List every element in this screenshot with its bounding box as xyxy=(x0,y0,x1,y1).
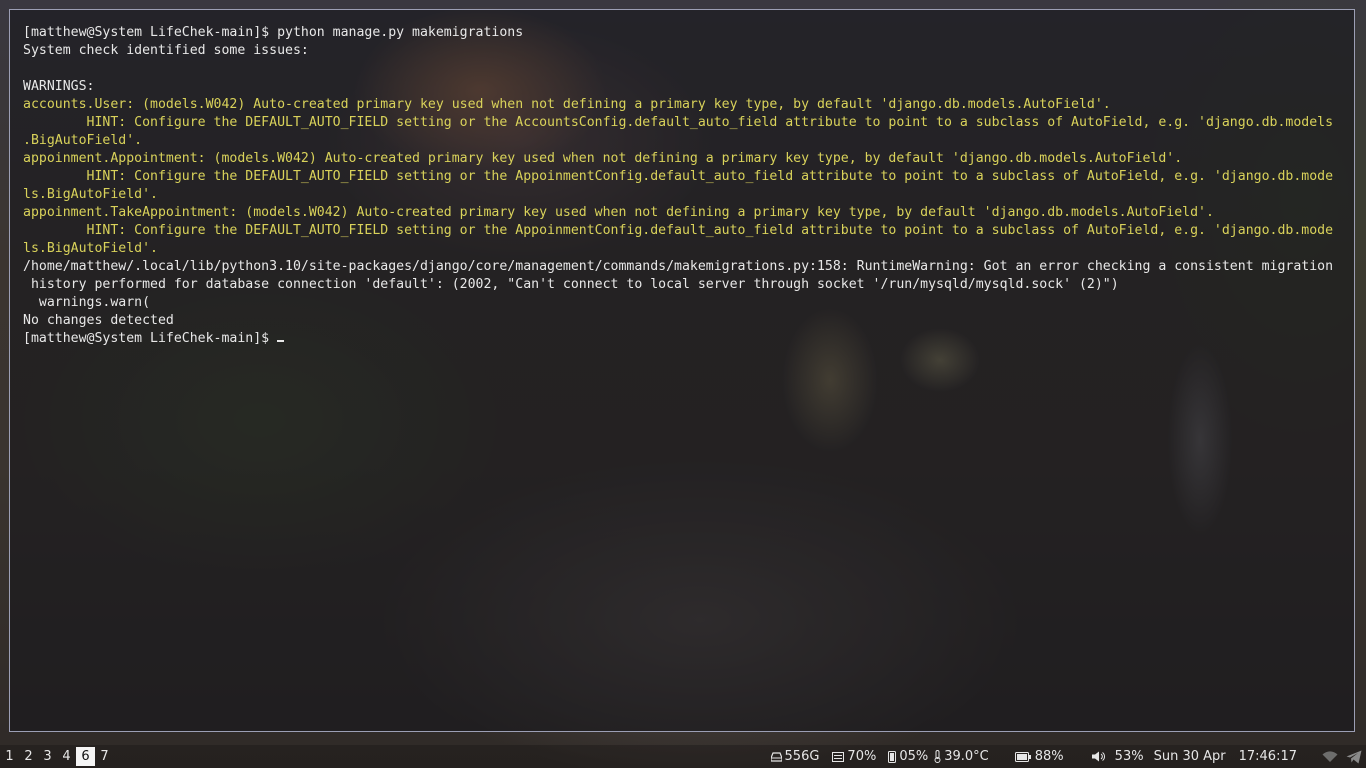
terminal-line: WARNINGS: xyxy=(23,79,95,94)
status-blocks: 556G 70% 05% 39.0°C 88% 53% Sun 30 Apr 1… xyxy=(770,745,1366,768)
terminal-warning-line: appoinment.TakeAppointment: (models.W042… xyxy=(23,205,1214,220)
terminal-output: [matthew@System LifeChek-main]$ python m… xyxy=(23,24,1342,348)
terminal-line: warnings.warn( xyxy=(23,295,151,310)
workspace-button-4[interactable]: 4 xyxy=(57,747,76,766)
disk-icon xyxy=(770,751,782,762)
volume-status[interactable]: 53% xyxy=(1091,745,1144,768)
volume-value: 53% xyxy=(1114,749,1144,764)
swap-status[interactable]: 05% xyxy=(888,745,928,768)
status-bar: 1 2 3 4 6 7 556G 70% 05% 39.0°C 88% 53% … xyxy=(0,745,1366,768)
temperature-status[interactable]: 39.0°C xyxy=(934,745,989,768)
swap-icon xyxy=(888,750,897,763)
tray-wifi[interactable] xyxy=(1322,745,1338,768)
speaker-icon xyxy=(1091,751,1105,762)
telegram-icon xyxy=(1346,750,1362,764)
clock-status[interactable]: 17:46:17 xyxy=(1239,745,1297,768)
battery-status[interactable]: 88% xyxy=(1014,745,1064,768)
thermometer-icon xyxy=(934,750,941,763)
disk-value: 556G xyxy=(784,749,820,764)
workspace-switcher: 1 2 3 4 6 7 xyxy=(0,745,114,768)
terminal-line: history performed for database connectio… xyxy=(23,277,1119,292)
tray-telegram[interactable] xyxy=(1346,745,1362,768)
terminal-window[interactable]: [matthew@System LifeChek-main]$ python m… xyxy=(9,9,1355,732)
terminal-warning-line: HINT: Configure the DEFAULT_AUTO_FIELD s… xyxy=(23,115,1334,130)
terminal-warning-line: accounts.User: (models.W042) Auto-create… xyxy=(23,97,1111,112)
battery-icon xyxy=(1014,751,1031,762)
disk-status[interactable]: 556G xyxy=(770,745,820,768)
text-cursor xyxy=(277,339,285,342)
date-status[interactable]: Sun 30 Apr xyxy=(1154,745,1226,768)
terminal-line: [matthew@System LifeChek-main]$ python m… xyxy=(23,25,524,40)
wifi-icon xyxy=(1322,750,1338,763)
battery-value: 88% xyxy=(1034,749,1064,764)
shell-prompt: [matthew@System LifeChek-main]$ xyxy=(23,331,278,346)
workspace-button-1[interactable]: 1 xyxy=(0,747,19,766)
terminal-warning-line: .BigAutoField'. xyxy=(23,133,143,148)
swap-value: 05% xyxy=(899,749,929,764)
terminal-line: No changes detected xyxy=(23,313,174,328)
memory-value: 70% xyxy=(847,749,877,764)
date-value: Sun 30 Apr xyxy=(1153,749,1226,764)
temperature-value: 39.0°C xyxy=(944,749,989,764)
terminal-line: System check identified some issues: xyxy=(23,43,309,58)
terminal-warning-line: ls.BigAutoField'. xyxy=(23,241,158,256)
workspace-button-7[interactable]: 7 xyxy=(95,747,114,766)
workspace-button-2[interactable]: 2 xyxy=(19,747,38,766)
time-value: 17:46:17 xyxy=(1238,749,1297,764)
memory-status[interactable]: 70% xyxy=(832,745,876,768)
terminal-warning-line: appoinment.Appointment: (models.W042) Au… xyxy=(23,151,1183,166)
workspace-button-3[interactable]: 3 xyxy=(38,747,57,766)
terminal-prompt-line[interactable]: [matthew@System LifeChek-main]$ xyxy=(23,330,1342,348)
terminal-warning-line: HINT: Configure the DEFAULT_AUTO_FIELD s… xyxy=(23,169,1334,184)
terminal-line: /home/matthew/.local/lib/python3.10/site… xyxy=(23,259,1334,274)
workspace-button-6[interactable]: 6 xyxy=(76,747,95,766)
terminal-warning-line: ls.BigAutoField'. xyxy=(23,187,158,202)
memory-icon xyxy=(832,751,845,762)
terminal-warning-line: HINT: Configure the DEFAULT_AUTO_FIELD s… xyxy=(23,223,1334,238)
